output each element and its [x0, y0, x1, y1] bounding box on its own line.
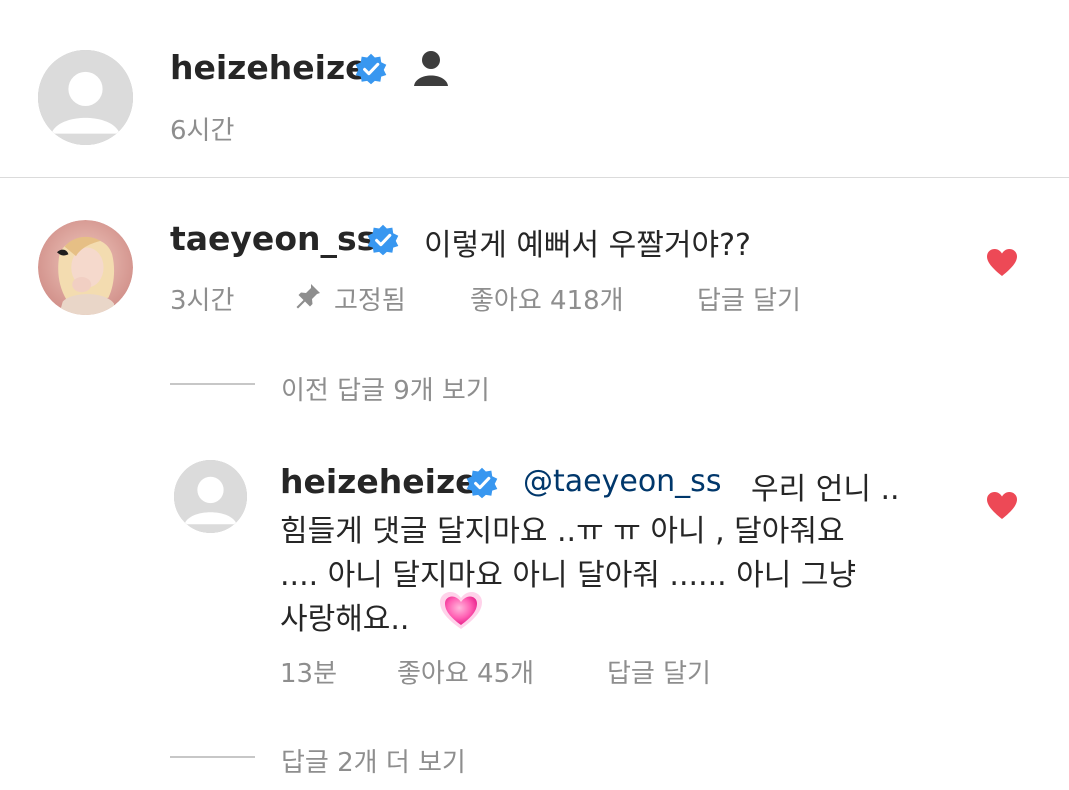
verified-badge-icon — [354, 52, 388, 86]
commenter-username[interactable]: taeyeon_ss — [170, 219, 376, 258]
commenter-avatar[interactable] — [38, 220, 133, 315]
silhouette-emoji-icon — [410, 48, 452, 88]
reply-timestamp: 13분 — [280, 659, 338, 689]
post-author-username[interactable]: heizeheize — [170, 48, 368, 87]
reply-text-line-2: 힘들게 댓글 달지마요 ..ㅠ ㅠ 아니 , 달아줘요 — [280, 514, 845, 549]
reply-author-avatar[interactable] — [174, 460, 247, 533]
thread-line — [170, 756, 255, 758]
mention-link[interactable]: @taeyeon_ss — [523, 464, 721, 499]
reply-text-line-3: .... 아니 달지마요 아니 달아줘 ...... 아니 그냥 — [280, 558, 857, 593]
reply-likes-count-link[interactable]: 좋아요 45개 — [397, 653, 534, 690]
pinned-label: 고정됨 — [334, 286, 406, 316]
pink-heart-emoji-icon — [438, 590, 484, 632]
post-timestamp: 6시간 — [170, 116, 235, 146]
reply-author-username[interactable]: heizeheize — [280, 462, 478, 501]
verified-badge-icon — [366, 223, 400, 257]
comment-text: 이렇게 예뻐서 우짤거야?? — [424, 228, 751, 263]
reply-link[interactable]: 답글 달기 — [697, 280, 801, 317]
reply-text-line-4: 사랑해요.. — [280, 602, 410, 637]
header-divider — [0, 177, 1069, 178]
likes-count-link[interactable]: 좋아요 418개 — [470, 280, 624, 317]
reply-reply-link[interactable]: 답글 달기 — [607, 653, 711, 690]
reply-text-line-1: 우리 언니 .. — [751, 472, 900, 507]
verified-badge-icon — [465, 466, 499, 500]
post-author-avatar[interactable] — [38, 50, 133, 145]
comment-timestamp: 3시간 — [170, 286, 235, 316]
view-more-replies-button[interactable]: 답글 2개 더 보기 — [281, 742, 466, 779]
like-heart-icon[interactable] — [986, 248, 1018, 278]
pin-icon — [294, 282, 322, 310]
like-heart-icon[interactable] — [986, 491, 1018, 521]
view-previous-replies-button[interactable]: 이전 답글 9개 보기 — [281, 370, 490, 407]
thread-line — [170, 383, 255, 385]
